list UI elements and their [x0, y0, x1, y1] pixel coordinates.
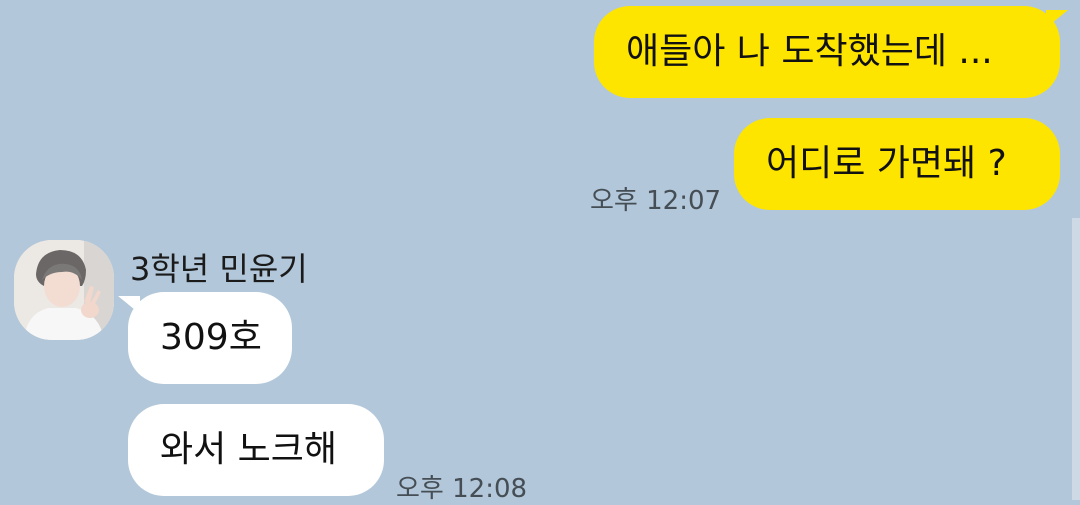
received-message-bubble[interactable]: 와서 노크해: [128, 404, 384, 496]
received-timestamp: 오후 12:08: [396, 474, 528, 504]
received-message-text: 309호: [160, 317, 262, 358]
sender-avatar[interactable]: [14, 240, 114, 340]
sent-bubble-tail: [1046, 10, 1068, 28]
sent-message-text: 어디로 가면돼 ?: [766, 143, 1007, 184]
received-message-bubble[interactable]: 309호: [128, 292, 292, 384]
sent-timestamp: 오후 12:07: [590, 186, 722, 216]
profile-photo-icon: [14, 240, 114, 340]
sent-message-text: 애들아 나 도착했는데 ...: [626, 31, 993, 72]
sent-message-bubble[interactable]: 어디로 가면돼 ?: [734, 118, 1060, 210]
chat-scrollbar[interactable]: [1072, 218, 1080, 500]
received-message-text: 와서 노크해: [160, 429, 338, 470]
sender-name[interactable]: 3학년 민윤기: [130, 244, 308, 290]
sent-message-bubble[interactable]: 애들아 나 도착했는데 ...: [594, 6, 1060, 98]
chat-area[interactable]: 애들아 나 도착했는데 ... 어디로 가면돼 ? 오후 12:07 3학년 민…: [0, 0, 1080, 504]
